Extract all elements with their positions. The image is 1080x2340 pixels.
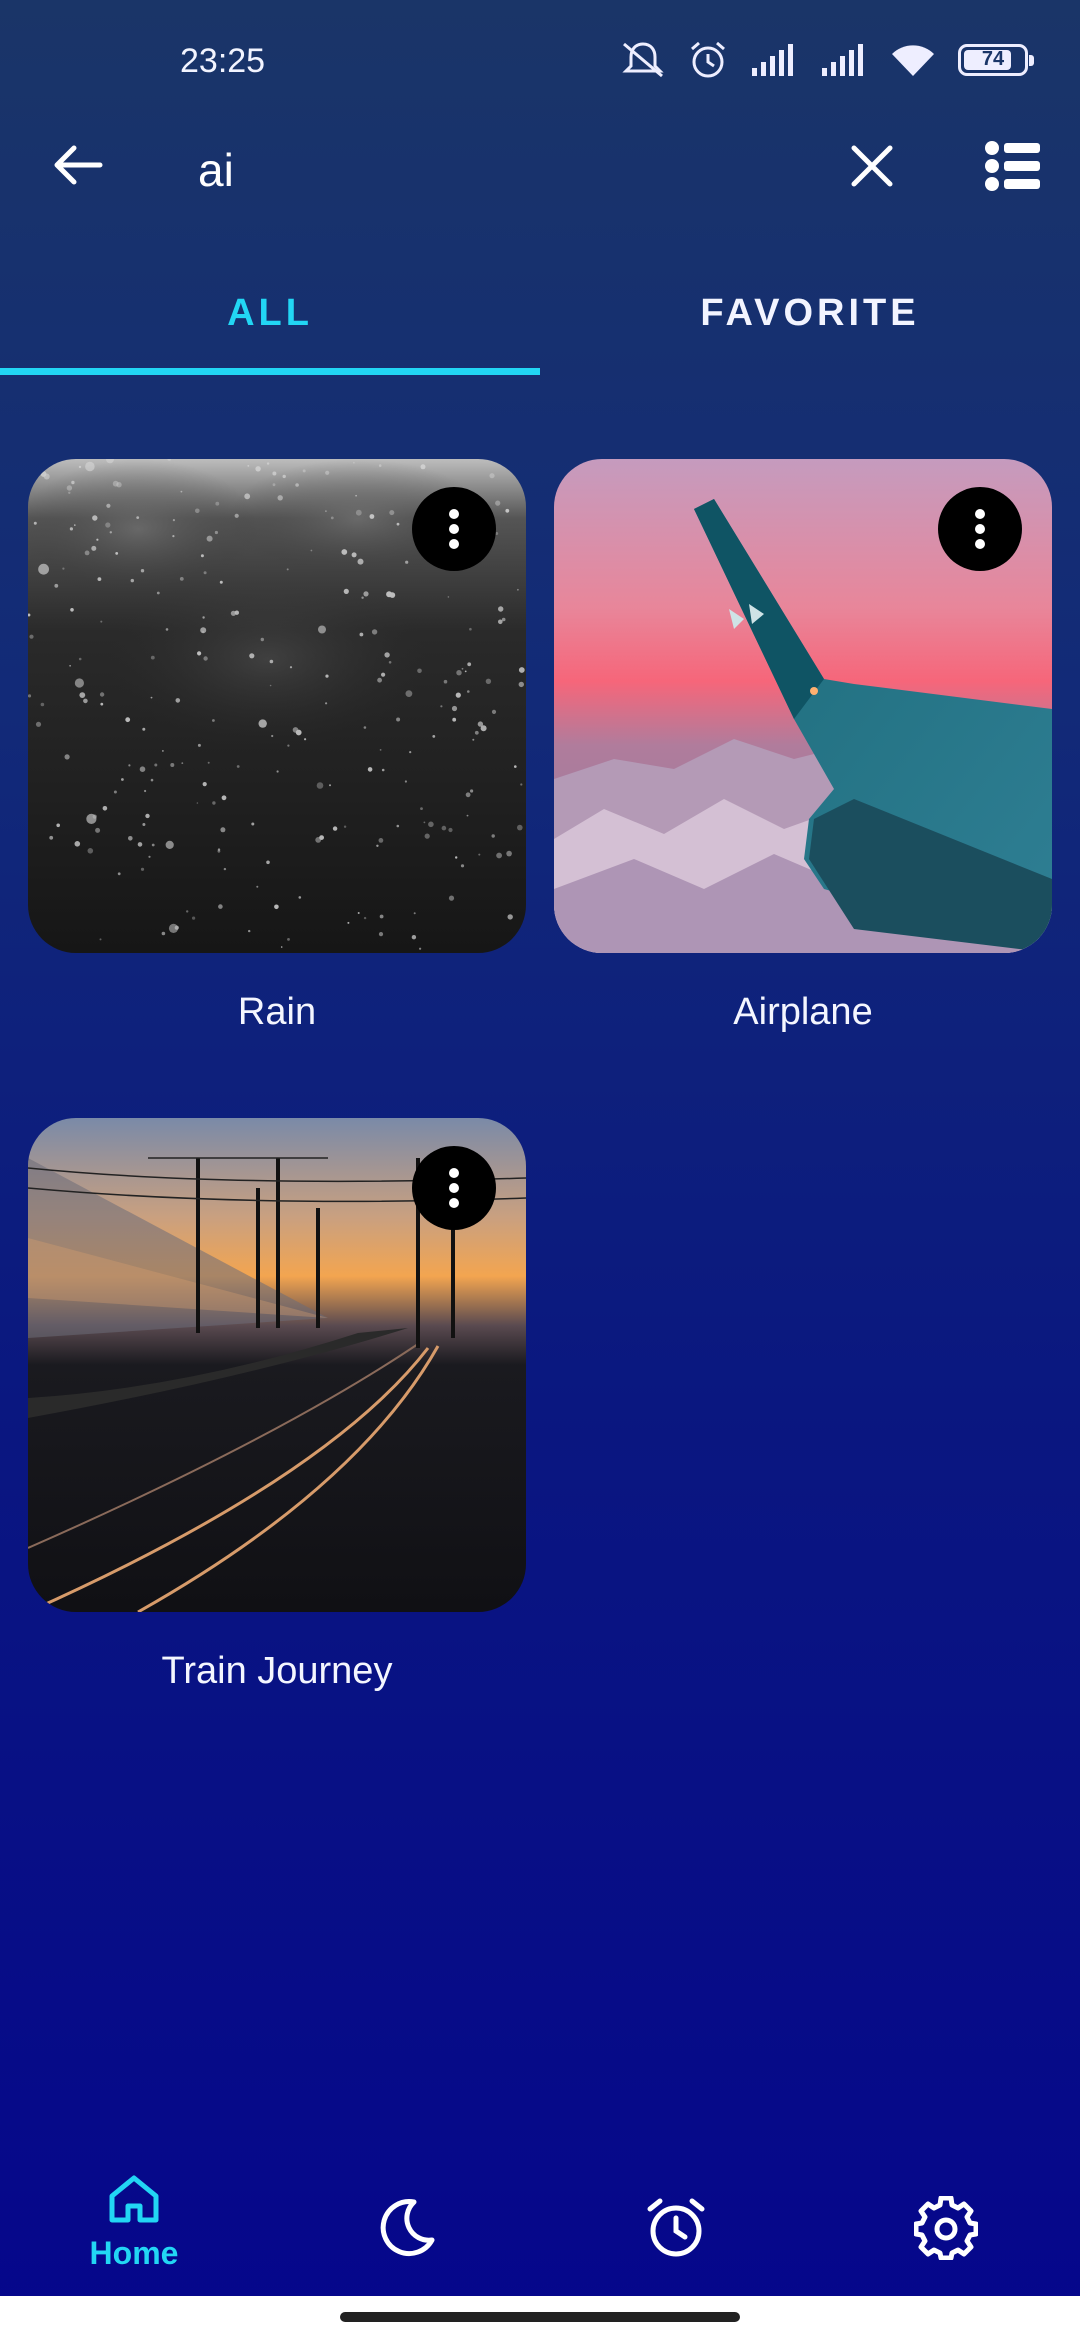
mute-icon [622,42,664,78]
battery-level: 74 [981,48,1005,70]
tab-favorite[interactable]: FAVORITE [540,268,1080,378]
list-icon [985,141,1040,191]
status-bar: 23:25 74 [0,0,1080,125]
airplane-thumbnail[interactable] [554,459,1052,953]
nav-home[interactable]: Home [64,2170,204,2290]
status-icons: 74 [620,40,1034,80]
search-input[interactable] [198,140,798,200]
card-title: Rain [237,991,317,1033]
alarm-clock-icon [647,2198,705,2257]
more-vert-icon[interactable] [412,487,496,571]
nav-home-label: Home [89,2235,179,2271]
wifi-icon [892,45,934,76]
result-card-train-journey[interactable]: Train Journey [28,1118,526,1693]
more-vert-icon[interactable] [412,1146,496,1230]
train-journey-thumbnail[interactable] [28,1118,526,1612]
tab-all[interactable]: ALL [0,268,540,378]
close-icon [851,145,893,187]
nav-alarm[interactable] [606,2170,746,2290]
arrow-left-icon [54,145,103,185]
signal-icon [822,44,863,76]
status-time: 23:25 [180,42,266,80]
bottom-navigation: Home [0,2140,1080,2300]
tab-indicator [0,368,540,375]
moon-icon [380,2199,435,2256]
clear-search-button[interactable] [846,140,898,192]
nav-sleep[interactable] [336,2170,476,2290]
rain-thumbnail[interactable] [28,459,526,953]
result-card-airplane[interactable]: Airplane [554,459,1052,1034]
back-button[interactable] [48,135,108,195]
signal-icon [752,44,793,76]
alarm-icon [691,41,725,78]
home-icon [109,2175,159,2223]
nav-settings[interactable] [876,2170,1016,2290]
result-card-rain[interactable]: Rain [28,459,526,1034]
home-indicator[interactable] [340,2312,740,2322]
card-title: Train Journey [161,1650,393,1692]
card-title: Airplane [733,991,873,1033]
gear-icon [913,2195,979,2261]
more-vert-icon[interactable] [938,487,1022,571]
battery-icon: 74 [958,44,1034,76]
view-list-button[interactable] [984,140,1042,192]
tab-bar: ALL FAVORITE [0,268,1080,378]
